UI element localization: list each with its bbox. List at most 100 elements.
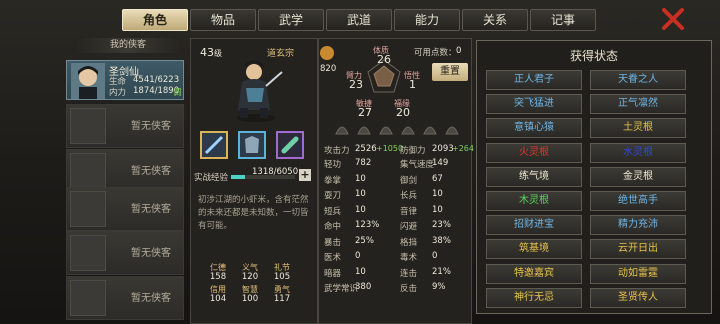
points-value: 0 [456,46,462,56]
stat-value: 23% [432,220,451,230]
roster-slot-selected[interactable]: 圣剑仙 生命 4541/6223 内力 1874/1890 调 [66,60,184,100]
virtue-icon [320,46,334,60]
stat-label: 音律 [400,206,418,217]
tab-character[interactable]: 角色 [122,9,188,31]
status-badge[interactable]: 金灵根 [590,166,686,187]
status-badge[interactable]: 突飞猛进 [486,94,582,115]
reset-button[interactable]: 重置 [432,63,468,81]
empty-portrait [70,191,106,227]
virtue-value: 120 [241,272,259,282]
status-badge[interactable]: 圣贤传人 [590,287,686,308]
status-badge[interactable]: 动如雷霆 [590,263,686,284]
stat-label: 毒术 [400,253,418,263]
armor-icon [245,136,259,153]
sword-icon [204,135,224,155]
virtue-value: 104 [209,294,227,304]
stat-value: 10 [355,266,366,277]
stat-value: 38% [432,235,451,246]
tab-relations[interactable]: 关系 [462,9,528,31]
status-badge[interactable]: 神行无忌 [486,287,582,308]
stat-label: 闪避 [400,222,418,232]
stat-label: 御剑 [400,175,418,186]
status-badge[interactable]: 木灵根 [486,191,582,211]
status-badge[interactable]: 云开日出 [590,239,686,260]
add-exp-button[interactable]: + [299,169,311,181]
weapon-slot[interactable] [200,131,228,159]
stat-label: 命中 [324,222,342,232]
stat-label: 医术 [324,253,342,263]
hero-figure [236,61,283,122]
stat-label: 集气速度 [400,160,435,170]
mp-label: 内力 [109,88,127,98]
status-badge[interactable]: 土灵根 [590,118,686,139]
stat-value: 10 [355,189,366,199]
virtue-value: 158 [209,272,227,282]
tab-abilities[interactable]: 能力 [394,9,460,31]
status-badge[interactable]: 练气境 [486,166,582,187]
roster-slot-empty[interactable]: 暂无侠客 [66,104,184,148]
hp-value: 4541/6223 [133,75,180,85]
empty-portrait [70,153,106,189]
exp-value: 1318/6050 [252,167,299,177]
status-badge[interactable]: 绝世高手 [590,191,686,211]
close-icon[interactable] [660,6,686,32]
roster-slot-empty[interactable]: 暂无侠客 [66,231,184,275]
stat-value: 67 [432,173,443,184]
virtue-value: 117 [273,294,291,304]
virtue-value: 105 [273,272,291,282]
status-badge[interactable]: 火灵根 [486,142,582,163]
empty-slot-label: 暂无侠客 [131,204,171,215]
stat-value: 10 [355,173,366,184]
defense-label: 防御力 [400,146,426,156]
empty-portrait [70,280,106,316]
empty-portrait [70,235,106,271]
stat-label: 短兵 [324,206,342,217]
hero-level: 43级 [200,46,222,59]
defense-value: 2093 [432,144,454,154]
empty-slot-label: 暂无侠客 [131,121,171,132]
status-title: 获得状态 [569,49,618,63]
tune-badge: 调 [173,88,182,98]
roster-slot-empty[interactable]: 暂无侠客 [66,187,184,231]
scroll-icon [281,136,299,154]
status-badge[interactable]: 意镇心猿 [486,118,582,139]
stat-value: 149 [432,158,449,168]
stat-label: 拳掌 [324,175,342,186]
status-badge[interactable]: 招财进宝 [486,215,582,236]
stat-label: 暗器 [324,268,342,279]
hero-avatar [71,63,105,99]
status-badge[interactable]: 正人君子 [486,70,582,90]
stat-value: 123% [355,220,380,230]
stat-value: 10 [432,189,443,199]
roster-slot-empty[interactable]: 暂无侠客 [66,276,184,320]
tab-martial-way[interactable]: 武道 [326,9,392,31]
stat-value: 10 [355,204,366,215]
accessory-slot[interactable] [276,131,304,159]
status-badge[interactable]: 精力充沛 [590,215,686,236]
stat-label: 反击 [400,284,418,294]
tab-journal[interactable]: 记事 [530,9,596,31]
stat-value: 25% [355,235,374,246]
armor-slot[interactable] [238,131,266,159]
virtue-value: 100 [241,294,259,304]
stat-value: 0 [432,251,438,261]
status-badge[interactable]: 天眷之人 [590,70,686,90]
roster-title: 我的侠客 [73,38,183,53]
status-badge[interactable]: 筑基境 [486,239,582,260]
status-badge[interactable]: 特邀嘉宾 [486,263,582,284]
tab-martial-arts[interactable]: 武学 [258,9,324,31]
empty-portrait [70,108,106,144]
status-badge[interactable]: 水灵根 [590,142,686,163]
stat-value: 380 [355,282,372,292]
attr-strength-value: 23 [349,78,363,91]
attr-luck-value: 20 [396,106,410,119]
virtue-value: 820 [320,64,337,74]
empty-slot-label: 暂无侠客 [131,293,171,304]
stat-label: 耍刀 [324,191,342,201]
attr-agility-value: 27 [358,106,372,119]
stat-label: 轻功 [324,160,342,170]
status-badge[interactable]: 正气凛然 [590,94,686,115]
defense-bonus: +264 [452,144,474,153]
stat-value: 21% [432,266,451,277]
tab-items[interactable]: 物品 [190,9,256,31]
